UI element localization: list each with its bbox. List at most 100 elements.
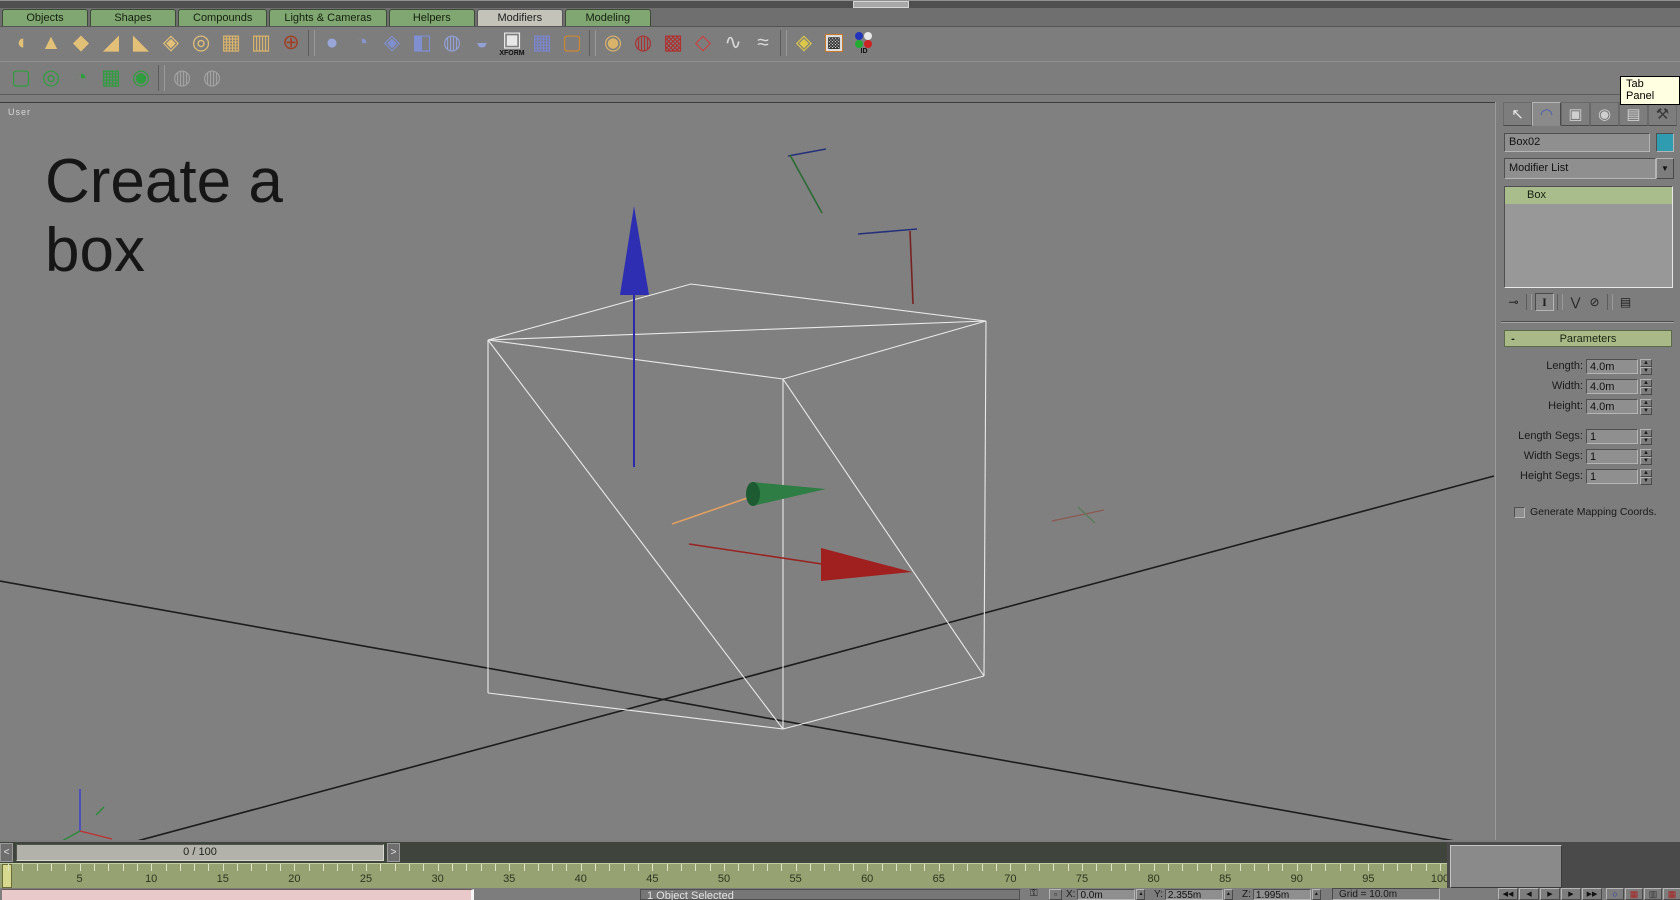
prev-key-button[interactable]: < [0,843,13,862]
coord-value-field[interactable]: 1.995m [1253,889,1311,900]
xform-modifier-icon[interactable]: ▣XFORM [497,28,527,58]
spinner-control[interactable]: ▲▼ [1640,399,1652,414]
make-unique-icon[interactable]: ⋁ [1566,293,1585,311]
grid-toggle-icon[interactable]: ▦ [1663,888,1680,900]
display-tab[interactable]: ▤ [1619,102,1648,126]
modifier-stack[interactable]: Box [1504,186,1673,288]
material-modifier-icon[interactable]: ◍ [628,28,658,58]
unwrap-uvw-modifier-icon[interactable]: ▩ [819,28,849,58]
optimize-modifier-icon[interactable]: ◇ [688,28,718,58]
coord-value-field[interactable]: 2.355m [1165,889,1223,900]
normalize-spline-icon[interactable]: ∿ [718,28,748,58]
taper-modifier-icon[interactable]: ▲ [36,28,66,58]
spinner-down-icon[interactable]: ▼ [1640,477,1652,485]
sweep-modifier-icon[interactable]: ◈ [377,28,407,58]
edit-spline-icon[interactable]: ≈ [748,28,778,58]
coord-spinner-icon[interactable]: ▲ [1136,889,1145,900]
gizmo-x-arrowhead[interactable] [821,548,912,581]
tab-objects[interactable]: Objects [2,9,88,26]
pin-stack-icon[interactable]: ⊸ [1504,293,1523,311]
generate-mapping-coords-checkbox[interactable] [1514,507,1525,518]
coord-spinner-icon[interactable]: ▲ [1312,889,1321,900]
utilities-tab[interactable]: ⚒ [1648,102,1677,126]
spinner-down-icon[interactable]: ▼ [1640,387,1652,395]
param-value-field[interactable]: 1 [1586,469,1638,484]
percent-snap-icon[interactable]: ▦ [96,63,126,93]
coord-spinner-icon[interactable]: ▲ [1224,889,1233,900]
spinner-control[interactable]: ▲▼ [1640,469,1652,484]
tab-lights-cameras[interactable]: Lights & Cameras [269,9,386,26]
time-ruler[interactable]: 5101520253035404550556065707580859095100 [0,863,1447,888]
ripple-modifier-icon[interactable]: ◎ [186,28,216,58]
selection-lock-icon[interactable]: ⚿ [1030,888,1038,899]
displace-modifier-icon[interactable]: ◉ [598,28,628,58]
modify-tab[interactable]: ◠ [1532,102,1561,126]
modifier-list-dropdown[interactable]: Modifier List ▼ [1504,158,1674,179]
parameters-rollout-header[interactable]: - Parameters [1504,330,1672,347]
coord-value-field[interactable]: 0.0m [1077,889,1135,900]
wireframe-box[interactable] [488,284,986,729]
disabled-tool-icon-2[interactable]: ◍ [197,63,227,93]
skew-modifier-icon[interactable]: ◢ [96,28,126,58]
tab-shapes[interactable]: Shapes [90,9,176,26]
move-xform-icon[interactable]: ⊕ [276,28,306,58]
lattice-modifier-icon[interactable]: ▢ [557,28,587,58]
absolute-mode-button[interactable]: ▫ [1049,889,1062,900]
prev-frame-button[interactable]: ◀ [1519,888,1539,900]
mini-curve-icon[interactable]: ▥ [1644,888,1662,900]
spinner-control[interactable]: ▲▼ [1640,449,1652,464]
cap-holes-modifier-icon[interactable]: ◒ [467,28,497,58]
hierarchy-tab[interactable]: ▣ [1561,102,1590,126]
tab-helpers[interactable]: Helpers [389,9,475,26]
param-value-field[interactable]: 4.0m [1586,399,1638,414]
spinner-down-icon[interactable]: ▼ [1640,367,1652,375]
snap-center-icon[interactable]: ◎ [36,63,66,93]
meshsmooth-modifier-icon[interactable]: ◍ [437,28,467,58]
go-to-end-button[interactable]: ▶▶ [1582,888,1602,900]
lathe-modifier-icon[interactable]: ◔ [347,28,377,58]
play-button[interactable]: ▶ [1540,888,1560,900]
spinner-up-icon[interactable]: ▲ [1640,379,1652,387]
object-color-swatch[interactable] [1656,133,1674,152]
ffd-box-modifier-icon[interactable]: ▦ [216,28,246,58]
chevron-down-icon[interactable]: ▼ [1656,158,1674,179]
show-end-result-icon[interactable]: I [1535,293,1554,311]
tab-modifiers[interactable]: Modifiers [477,9,563,26]
gizmo-z-arrowhead[interactable] [620,206,649,295]
ffd-cylinder-modifier-icon[interactable]: ▥ [246,28,276,58]
angle-snap-icon[interactable]: ◔ [66,63,96,93]
material-id-icon[interactable]: ID [849,28,879,58]
stack-item-box[interactable]: Box [1505,187,1672,204]
bend-modifier-icon[interactable]: ◖ [6,28,36,58]
create-tab[interactable]: ↖ [1503,102,1532,126]
key-mode-icon[interactable]: ○ [1606,888,1624,900]
spinner-control[interactable]: ▲▼ [1640,359,1652,374]
spinner-down-icon[interactable]: ▼ [1640,457,1652,465]
gizmo-y-arrowhead[interactable] [752,482,826,506]
param-value-field[interactable]: 4.0m [1586,359,1638,374]
disabled-tool-icon-1[interactable]: ◍ [167,63,197,93]
spinner-up-icon[interactable]: ▲ [1640,359,1652,367]
transform-gizmo[interactable] [620,206,912,581]
gizmo-x-axis[interactable] [689,544,822,564]
collapse-icon[interactable]: - [1505,333,1521,345]
go-to-start-button[interactable]: ◀◀ [1498,888,1518,900]
next-frame-button[interactable]: ▶ [1561,888,1581,900]
configure-modifier-sets-icon[interactable]: ▤ [1616,293,1635,311]
object-name-field[interactable]: Box02 [1504,133,1650,152]
vol-select-modifier-icon[interactable]: ▦ [527,28,557,58]
snap-toggle-3d-icon[interactable]: ▢ [6,63,36,93]
vertex-paint-modifier-icon[interactable]: ▩ [658,28,688,58]
uvw-map-modifier-icon[interactable]: ◈ [789,28,819,58]
push-modifier-icon[interactable]: ● [317,28,347,58]
motion-tab[interactable]: ◉ [1590,102,1619,126]
spinner-snap-icon[interactable]: ◉ [126,63,156,93]
current-frame-field[interactable]: 0 / 100 [16,844,384,861]
mirror-modifier-icon[interactable]: ◧ [407,28,437,58]
tab-modeling[interactable]: Modeling [565,9,651,26]
spinner-down-icon[interactable]: ▼ [1640,407,1652,415]
param-value-field[interactable]: 1 [1586,449,1638,464]
perspective-viewport[interactable]: User Create a box [0,102,1495,840]
spinner-up-icon[interactable]: ▲ [1640,469,1652,477]
twist-modifier-icon[interactable]: ◆ [66,28,96,58]
